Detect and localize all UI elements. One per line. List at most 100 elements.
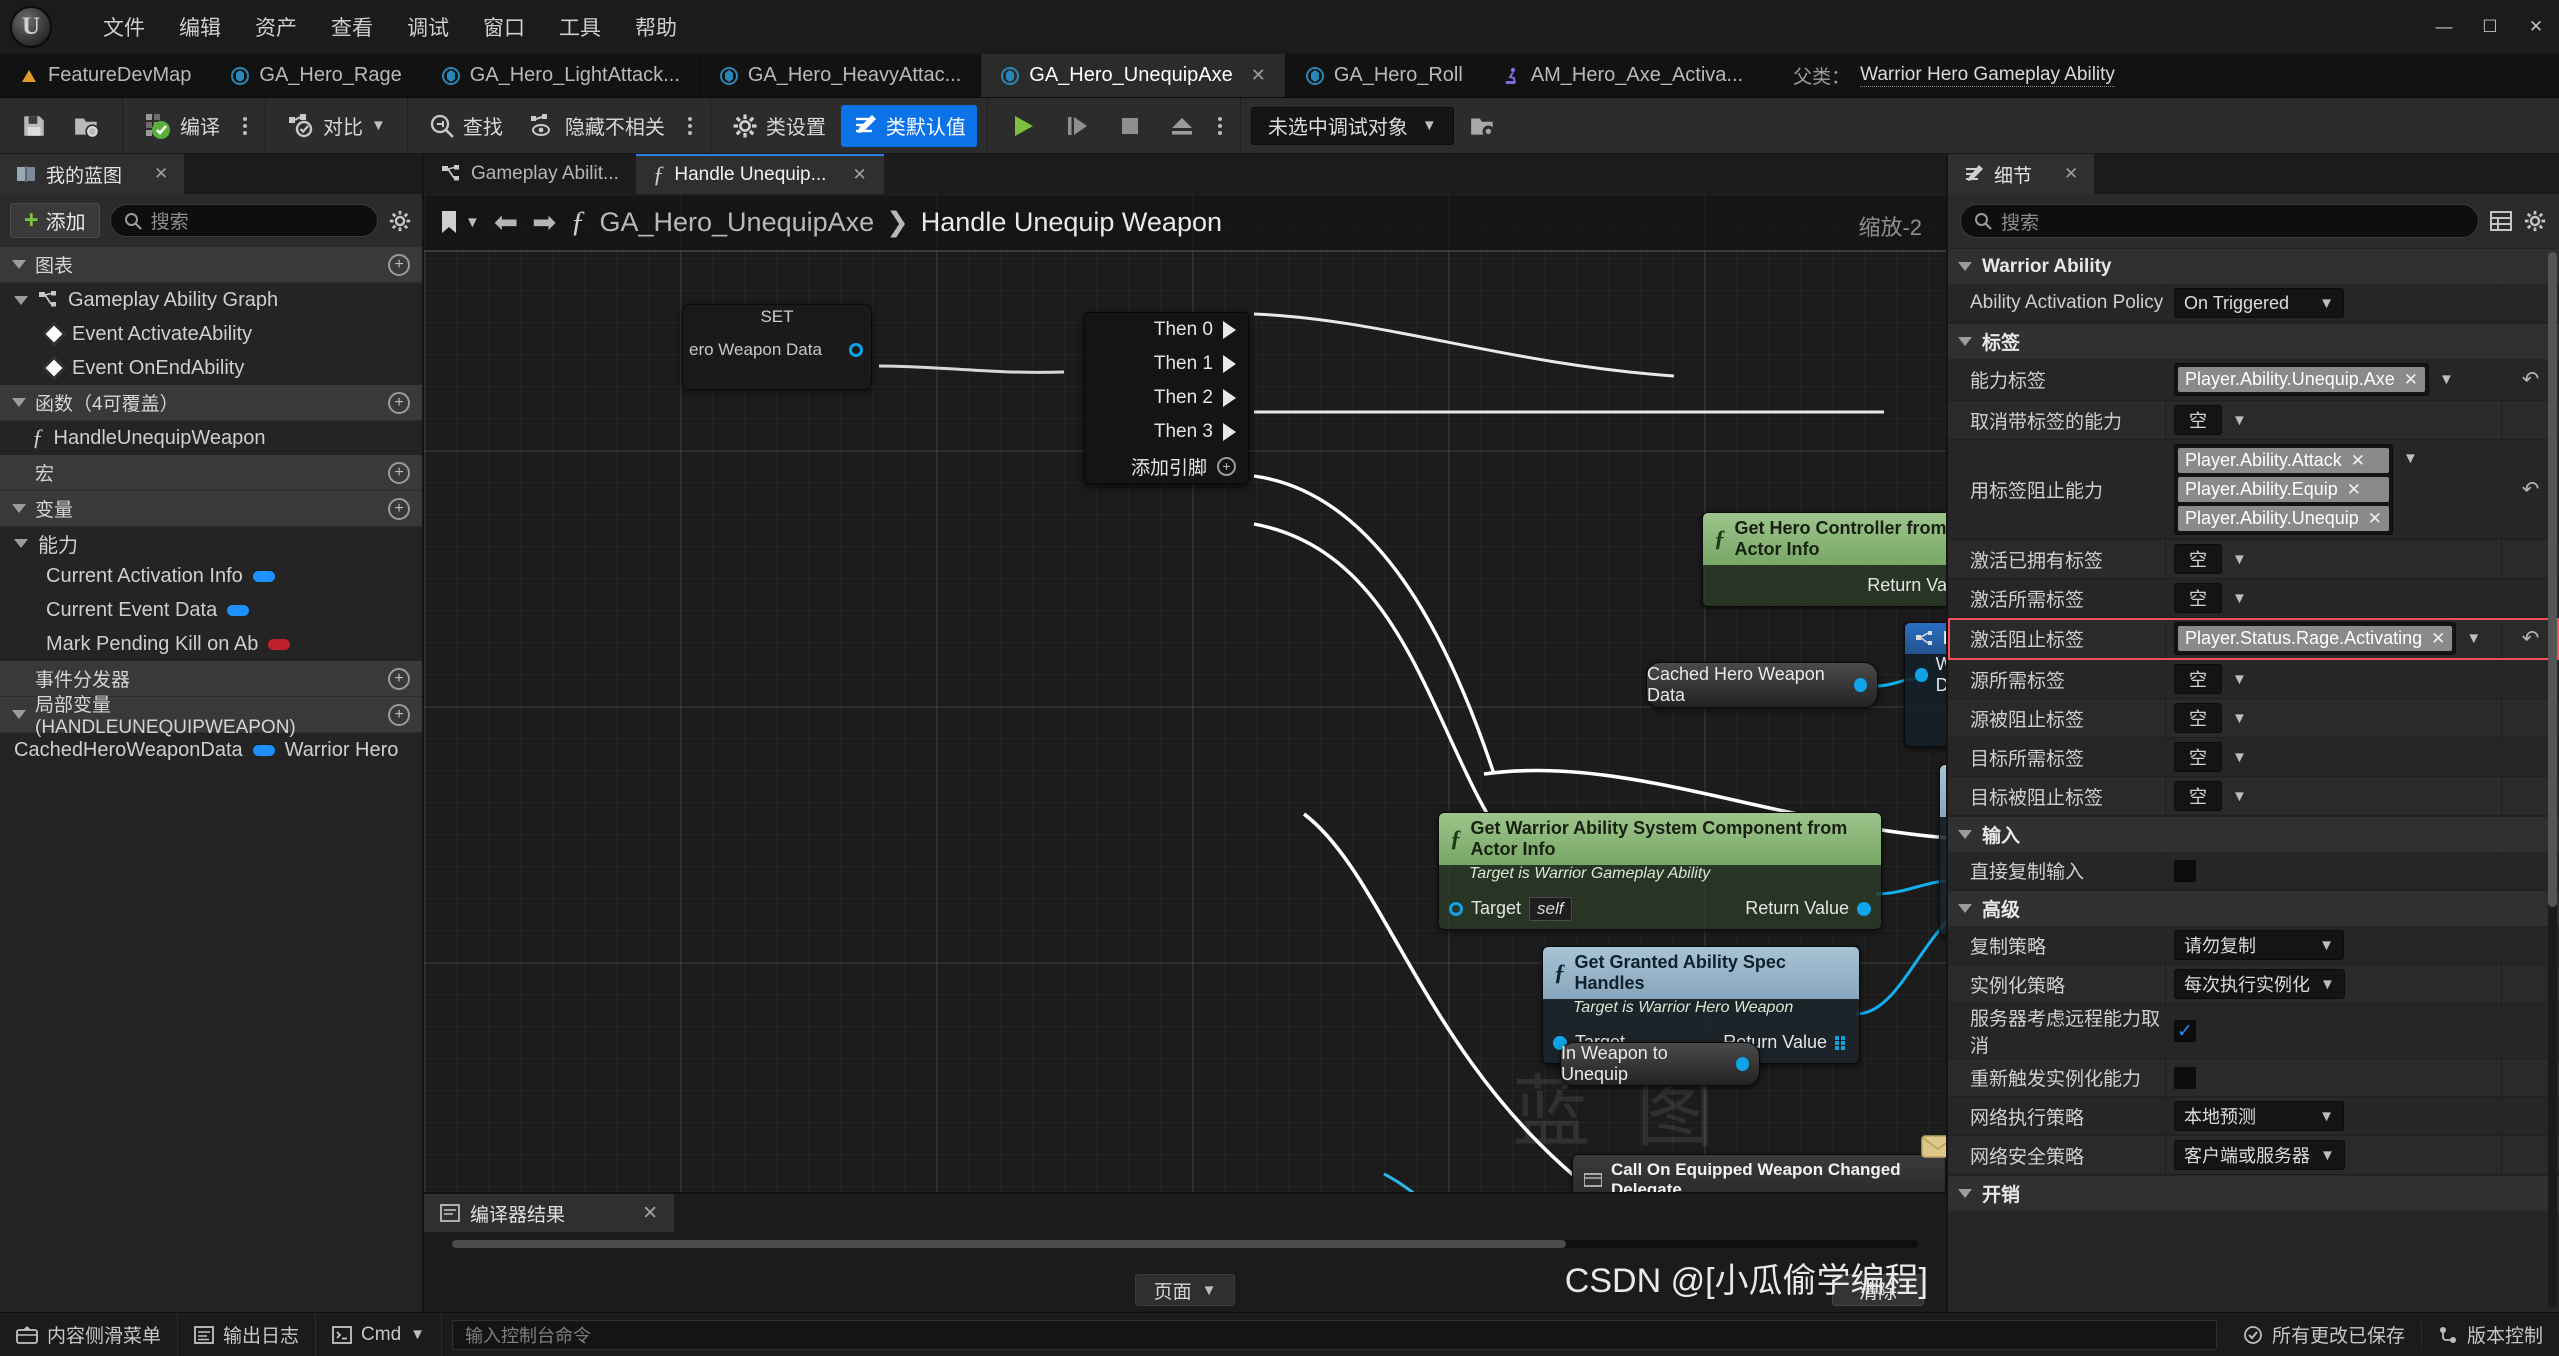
empty-value-box[interactable]: 空 xyxy=(2174,405,2222,435)
remove-tag-icon[interactable]: ✕ xyxy=(2431,629,2445,649)
graph-node-sequence-then-panel[interactable]: Then 0 Then 1 Then 2 Then 3 添加引脚 + xyxy=(1084,312,1249,484)
graph-node-get-warrior-ability-system-component[interactable]: ƒ Get Warrior Ability System Component f… xyxy=(1438,812,1882,930)
empty-value-box[interactable]: 空 xyxy=(2174,703,2222,733)
chevron-down-icon[interactable]: ▼ xyxy=(2232,788,2247,805)
tree-item-cachedheroweapondata[interactable]: CachedHeroWeaponData Warrior Hero xyxy=(0,733,422,767)
graph-node-in-weapon-to-unequip[interactable]: In Weapon to Unequip xyxy=(1560,1042,1760,1086)
unreal-engine-logo-icon[interactable]: U xyxy=(4,0,58,54)
find-button[interactable]: 查找 xyxy=(418,105,514,147)
asset-tab-featuredevmap[interactable]: FeatureDevMap xyxy=(0,54,212,97)
node-pin-icon[interactable] xyxy=(1857,901,1871,916)
chevron-down-icon[interactable]: ▼ xyxy=(2232,749,2247,766)
empty-value-box[interactable]: 空 xyxy=(2174,583,2222,613)
compile-button[interactable]: 编译 xyxy=(133,105,231,147)
empty-value-box[interactable]: 空 xyxy=(2174,781,2222,811)
tag-chip[interactable]: Player.Ability.Unequip ✕ xyxy=(2178,506,2390,531)
plus-icon[interactable]: + xyxy=(1217,456,1236,476)
empty-value-box[interactable]: 空 xyxy=(2174,742,2222,772)
array-pin-icon[interactable] xyxy=(1835,1035,1849,1050)
section-header-graphs[interactable]: 图表 + xyxy=(0,247,422,283)
tag-chip[interactable]: Player.Status.Rage.Activating ✕ xyxy=(2178,626,2453,651)
menu-item-assets[interactable]: 资产 xyxy=(238,6,314,48)
graph-node-get-hero-controller[interactable]: ƒ Get Hero Controller from Actor Info Re… xyxy=(1702,512,1946,607)
menu-item-view[interactable]: 查看 xyxy=(314,6,390,48)
bookmark-button[interactable]: ▼ xyxy=(438,209,480,235)
asset-tab-ga-hero-unequipaxe[interactable]: GA_Hero_UnequipAxe ✕ xyxy=(981,54,1286,97)
add-button[interactable]: + 添加 xyxy=(10,203,100,238)
section-header-macros[interactable]: 宏 + xyxy=(0,455,422,491)
tag-chip[interactable]: Player.Ability.Unequip.Axe ✕ xyxy=(2178,367,2426,392)
add-function-icon[interactable]: + xyxy=(388,391,410,414)
menu-item-file[interactable]: 文件 xyxy=(86,6,162,48)
add-dispatcher-icon[interactable]: + xyxy=(388,667,410,690)
stop-button[interactable] xyxy=(1106,105,1154,147)
block-abilities-tags-container[interactable]: Player.Ability.Attack ✕ Player.Ability.E… xyxy=(2174,444,2394,535)
tag-chip[interactable]: Player.Ability.Attack ✕ xyxy=(2178,448,2390,473)
net-execution-policy-dropdown[interactable]: 本地预测 ▼ xyxy=(2174,1101,2344,1131)
save-button[interactable] xyxy=(10,105,58,147)
details-scrollbar[interactable] xyxy=(2548,252,2557,1308)
revert-icon[interactable]: ↶ xyxy=(2522,477,2540,502)
cmd-dropdown[interactable]: Cmd ▼ xyxy=(316,1313,443,1356)
add-graph-icon[interactable]: + xyxy=(388,253,410,276)
details-category-tags[interactable]: 标签 xyxy=(1948,323,2559,359)
node-pin-icon[interactable] xyxy=(1736,1057,1749,1071)
page-dropdown[interactable]: 页面 ▼ xyxy=(1134,1274,1236,1306)
diff-button[interactable]: 对比 ▼ xyxy=(276,105,397,147)
horizontal-scrollbar[interactable] xyxy=(452,1240,1918,1248)
close-icon[interactable]: ✕ xyxy=(852,165,866,185)
chevron-down-icon[interactable]: ▼ xyxy=(2403,450,2418,467)
source-control-button[interactable]: 版本控制 xyxy=(2422,1321,2559,1348)
blueprint-graph-canvas[interactable]: ▼ ⬅ ➡ ƒ GA_Hero_UnequipAxe ❯ Handle Uneq… xyxy=(424,194,1946,1312)
content-drawer-button[interactable]: 内容侧滑菜单 xyxy=(0,1313,179,1356)
asset-tab-ga-hero-roll[interactable]: GA_Hero_Roll xyxy=(1286,54,1483,97)
section-header-variables[interactable]: 变量 + xyxy=(0,491,422,527)
add-local-variable-icon[interactable]: + xyxy=(388,703,410,726)
revert-icon[interactable]: ↶ xyxy=(2522,367,2540,392)
class-defaults-button[interactable]: 类默认值 xyxy=(840,104,977,147)
chevron-down-icon[interactable]: ▼ xyxy=(2232,590,2247,607)
tag-chip[interactable]: Player.Ability.Equip ✕ xyxy=(2178,477,2390,502)
scrollbar-thumb[interactable] xyxy=(2548,252,2557,907)
close-icon[interactable]: ✕ xyxy=(2513,0,2559,54)
all-saved-indicator[interactable]: 所有更改已保存 xyxy=(2227,1321,2422,1348)
empty-value-box[interactable]: 空 xyxy=(2174,664,2222,694)
browse-content-button[interactable] xyxy=(62,105,112,147)
console-command-input[interactable]: 输入控制台命令 xyxy=(452,1319,2217,1350)
eject-button[interactable] xyxy=(1158,105,1206,147)
menu-item-debug[interactable]: 调试 xyxy=(390,6,466,48)
hide-unrelated-button[interactable]: 隐藏不相关 xyxy=(518,105,676,147)
expand-node-chevron-down-icon[interactable]: ▼ xyxy=(1905,722,1946,746)
debug-object-dropdown[interactable]: 未选中调试对象 ▼ xyxy=(1250,106,1454,145)
scrollbar-thumb[interactable] xyxy=(452,1240,1567,1248)
play-button[interactable] xyxy=(998,105,1048,147)
tree-item-handleunequipweapon[interactable]: ƒ HandleUnequipWeapon xyxy=(0,421,422,455)
node-pin-icon[interactable] xyxy=(1854,678,1867,692)
net-security-policy-dropdown[interactable]: 客户端或服务器 ▼ xyxy=(2174,1140,2345,1170)
tree-item-gameplay-ability-graph[interactable]: Gameplay Ability Graph xyxy=(0,283,422,317)
asset-tab-ga-hero-lightattack[interactable]: GA_Hero_LightAttack... xyxy=(422,54,700,97)
details-category-input[interactable]: 输入 xyxy=(1948,816,2559,852)
add-macro-icon[interactable]: + xyxy=(388,461,410,484)
graph-node-cached-hero-weapon-data[interactable]: Cached Hero Weapon Data xyxy=(1646,662,1878,708)
menu-item-help[interactable]: 帮助 xyxy=(618,6,694,48)
arrow-right-icon[interactable]: ➡ xyxy=(532,205,556,240)
tree-item-current-activation-info[interactable]: Current Activation Info xyxy=(0,559,422,593)
maximize-icon[interactable]: ☐ xyxy=(2467,0,2513,54)
exec-pin-icon[interactable] xyxy=(1223,389,1236,407)
menu-item-window[interactable]: 窗口 xyxy=(466,6,542,48)
tree-item-mark-pending-kill[interactable]: Mark Pending Kill on Ab xyxy=(0,627,422,661)
tree-item-current-event-data[interactable]: Current Event Data xyxy=(0,593,422,627)
add-pin-row[interactable]: 添加引脚 + xyxy=(1085,449,1248,483)
activation-blocked-tags-container[interactable]: Player.Status.Rage.Activating ✕ xyxy=(2174,622,2457,655)
breadcrumb-item-root[interactable]: GA_Hero_UnequipAxe xyxy=(599,207,874,238)
tree-item-event-onendability[interactable]: Event OnEndAbility xyxy=(0,351,422,385)
chevron-down-icon[interactable]: ▼ xyxy=(2232,671,2247,688)
node-pin-icon[interactable] xyxy=(849,342,863,357)
arrow-left-icon[interactable]: ⬅ xyxy=(494,205,518,240)
close-icon[interactable]: ✕ xyxy=(154,164,168,184)
graph-tab-gameplay-ability[interactable]: Gameplay Abilit... xyxy=(424,154,636,194)
chevron-down-icon[interactable]: ▼ xyxy=(2232,551,2247,568)
replicate-input-checkbox[interactable] xyxy=(2174,859,2196,882)
close-icon[interactable]: ✕ xyxy=(2064,164,2078,184)
